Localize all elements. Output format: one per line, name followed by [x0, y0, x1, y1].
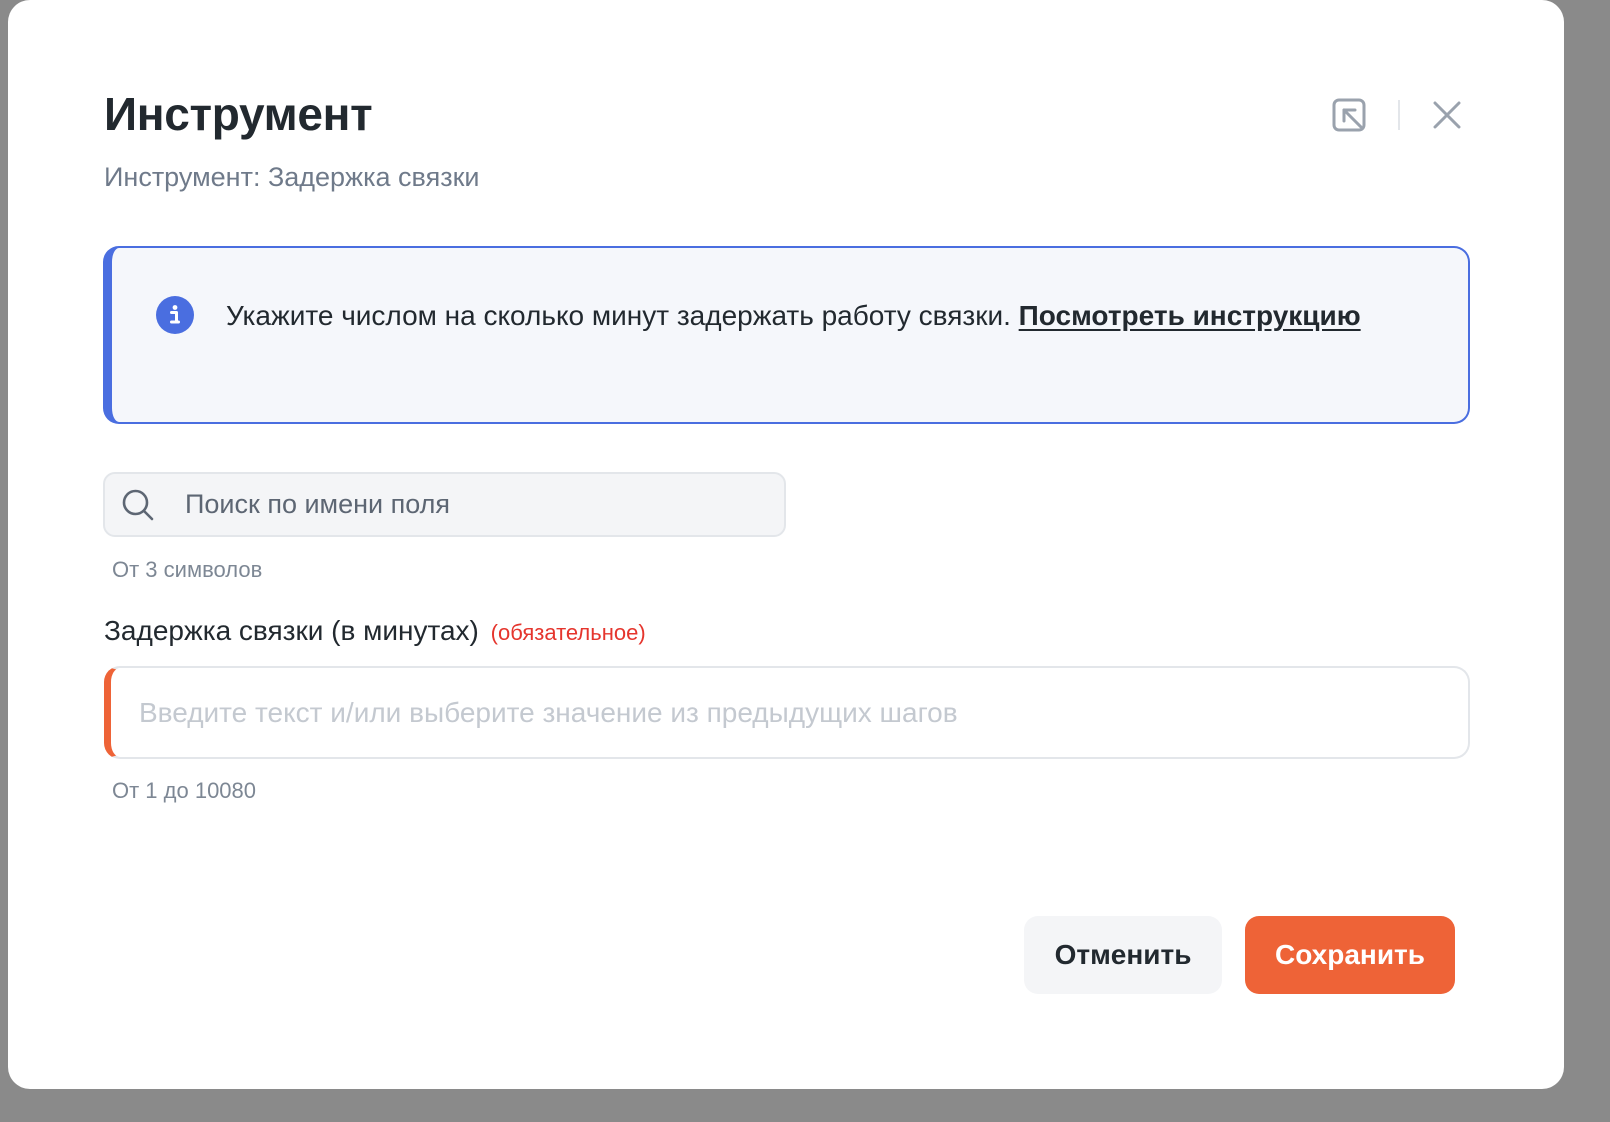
dialog-title: Инструмент: [104, 88, 373, 140]
search-field: [103, 472, 786, 537]
delay-input-container: [104, 666, 1470, 759]
header-divider: [1398, 100, 1400, 130]
search-icon: [122, 489, 154, 520]
info-banner: Укажите числом на сколько минут задержат…: [103, 246, 1470, 424]
search-input[interactable]: [183, 488, 747, 521]
cancel-button[interactable]: Отменить: [1024, 916, 1222, 994]
info-message: Укажите числом на сколько минут задержат…: [226, 300, 1019, 331]
instruction-link[interactable]: Посмотреть инструкцию: [1019, 300, 1361, 331]
save-button[interactable]: Сохранить: [1245, 916, 1455, 994]
collapse-arrow-icon: [1332, 98, 1366, 132]
close-button[interactable]: [1424, 92, 1470, 138]
required-badge: (обязательное): [490, 620, 646, 645]
info-text: Укажите числом на сколько минут задержат…: [226, 296, 1366, 335]
delay-input[interactable]: [137, 695, 1441, 730]
delay-field-label: Задержка связки (в минутах) (обязательно…: [104, 612, 646, 652]
delay-label-text: Задержка связки (в минутах): [104, 615, 479, 646]
search-hint: От 3 символов: [112, 557, 263, 582]
header-actions: [1326, 92, 1470, 138]
close-icon: [1433, 101, 1461, 129]
collapse-button[interactable]: [1326, 92, 1372, 138]
delay-hint: От 1 до 10080: [112, 778, 257, 803]
info-icon: [156, 296, 194, 334]
tool-dialog: Инструмент Инструмент: Задержка связки У…: [8, 0, 1564, 1089]
dialog-subtitle: Инструмент: Задержка связки: [104, 162, 480, 192]
